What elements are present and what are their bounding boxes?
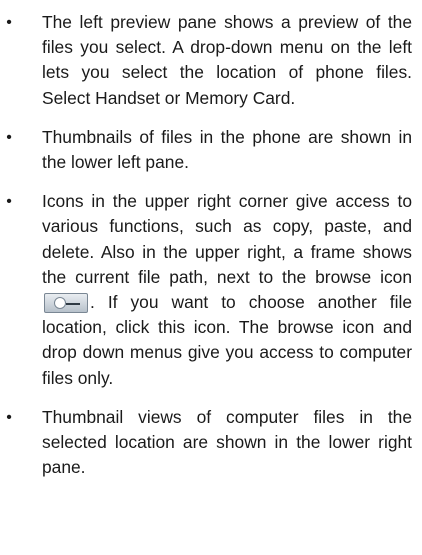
bullet-list: • The left preview pane shows a preview … (0, 0, 422, 494)
bullet-marker: • (6, 408, 12, 426)
bullet-marker: • (6, 14, 12, 31)
browse-icon (44, 293, 88, 314)
list-item: • Icons in the upper right corner give a… (0, 189, 422, 391)
list-item-text: Thumbnails of files in the phone are sho… (42, 126, 412, 173)
browse-icon-bar (66, 303, 80, 306)
list-item-text-after-icon: . If you want to choose another file loc… (42, 292, 412, 388)
list-item: • The left preview pane shows a preview … (0, 10, 422, 111)
list-item-text: Thumbnail views of computer files in the… (42, 406, 412, 478)
browse-icon-knob (54, 297, 66, 310)
bullet-marker: • (6, 193, 12, 211)
list-item: • Thumbnails of files in the phone are s… (0, 125, 422, 175)
list-item-text: The left preview pane shows a preview of… (42, 12, 412, 108)
list-item-text-before-icon: Icons in the upper right corner give acc… (42, 191, 412, 287)
bullet-marker: • (6, 128, 12, 146)
list-item: • Thumbnail views of computer files in t… (0, 405, 422, 481)
